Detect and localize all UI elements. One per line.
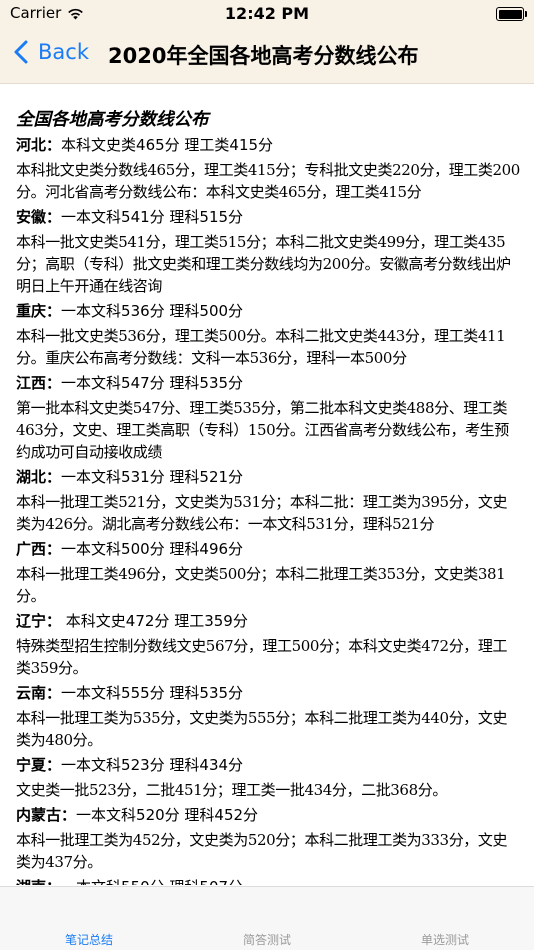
region-detail: 本科一批文史类536分，理工类500分。本科二批文史类443分，理工类411分。…	[16, 327, 506, 367]
region-colon: ：	[61, 806, 77, 824]
region-entry: 湖南：一本文科550分 理科507分本科第一批文史类550分，理工类507分。本…	[16, 876, 520, 885]
region-detail: 本科批文史类分数线465分，理工类415分；专科批文史类220分，理工类200分…	[16, 161, 520, 201]
region-summary: 一本文科550分 理科507分	[61, 878, 243, 885]
region-summary-line: 湖北：一本文科531分 理科521分	[16, 466, 520, 489]
tab-label: 单选测试	[420, 933, 469, 947]
region-summary: 一本文科531分 理科521分	[61, 468, 244, 486]
region-detail: 特殊类型招生控制分数线文史567分，理工500分；本科文史类472分，理工类35…	[16, 637, 508, 677]
navigation-bar: Back 2020年全国各地高考分数线公布	[0, 30, 534, 84]
region-colon: ：	[46, 878, 61, 885]
region-detail: 本科一批理工类496分，文史类500分；本科二批理工类353分，文史类381分。	[16, 565, 506, 605]
region-entry: 云南：一本文科555分 理科535分本科一批理工类为535分，文史类为555分；…	[16, 682, 520, 751]
region-detail: 文史类一批523分，二批451分；理工类一批434分，二批368分。	[16, 781, 447, 799]
tab-bar: 笔记总结 简答测试 单选测试	[0, 886, 534, 950]
region-colon: ：	[46, 374, 62, 392]
region-name: 重庆	[16, 302, 47, 320]
region-detail: 本科一批理工类521分，文史类为531分；本科二批：理工类为395分，文史类为4…	[16, 493, 508, 533]
tab-short-answer-test[interactable]: 简答测试	[178, 931, 356, 948]
region-summary: 一本文科536分 理科500分	[61, 302, 244, 320]
region-entry: 宁夏：一本文科523分 理科434分文史类一批523分，二批451分；理工类一批…	[16, 754, 520, 801]
region-entry: 河北：本科文史类465分 理工类415分本科批文史类分数线465分，理工类415…	[16, 134, 520, 203]
region-name: 河北	[16, 136, 47, 154]
region-name: 内蒙古	[16, 806, 62, 824]
region-name: 广西	[16, 540, 47, 558]
tab-single-choice-test[interactable]: 单选测试	[356, 931, 534, 948]
region-name: 湖北	[16, 468, 47, 486]
region-summary-line: 湖南：一本文科550分 理科507分	[16, 876, 520, 885]
region-name: 云南	[16, 684, 47, 702]
region-colon: ：	[46, 684, 62, 702]
region-summary-line: 河北：本科文史类465分 理工类415分	[16, 134, 520, 157]
article-content[interactable]: 全国各地高考分数线公布 河北：本科文史类465分 理工类415分 本科批文史类分数…	[0, 85, 534, 885]
region-summary: 一本文科541分 理科515分	[61, 208, 244, 226]
region-colon: ：	[46, 208, 62, 226]
tab-label: 笔记总结	[64, 933, 113, 947]
region-entry: 湖北：一本文科531分 理科521分本科一批理工类521分，文史类为531分；本…	[16, 466, 520, 535]
back-label: Back	[38, 40, 89, 64]
clock: 12:42 PM	[224, 4, 310, 23]
region-entry: 辽宁： 本科文史472分 理工359分特殊类型招生控制分数线文史567分，理工5…	[16, 610, 520, 679]
article-heading: 全国各地高考分数线公布	[16, 110, 209, 130]
status-bar: Carrier 12:42 PM	[0, 0, 534, 30]
back-button[interactable]: Back	[14, 40, 89, 64]
region-detail: 本科一批文史类541分，理工类515分；本科二批文史类499分，理工类435分；…	[16, 233, 511, 295]
region-entry: 重庆：一本文科536分 理科500分本科一批文史类536分，理工类500分。本科…	[16, 300, 520, 369]
region-summary: 一本文科523分 理科434分	[61, 756, 244, 774]
region-summary-line: 宁夏：一本文科523分 理科434分	[16, 754, 520, 777]
battery-icon	[496, 7, 527, 21]
region-colon: ：	[46, 136, 62, 154]
region-summary: 一本文科500分 理科496分	[61, 540, 244, 558]
region-colon: ：	[46, 612, 62, 630]
region-summary: 一本文科520分 理科452分	[76, 806, 259, 824]
region-summary: 一本文科555分 理科535分	[61, 684, 244, 702]
region-summary-line: 江西：一本文科547分 理科535分	[16, 372, 520, 395]
region-entry: 江西：一本文科547分 理科535分第一批本科文史类547分、理工类535分，第…	[16, 372, 520, 463]
region-entry: 安徽：一本文科541分 理科515分本科一批文史类541分，理工类515分；本科…	[16, 206, 520, 297]
chevron-left-icon	[14, 40, 28, 64]
region-name: 湖南	[16, 878, 46, 885]
region-summary-line: 安徽：一本文科541分 理科515分	[16, 206, 520, 229]
region-detail: 第一批本科文史类547分、理工类535分，第二批本科文史类488分、理工类463…	[16, 399, 509, 461]
region-colon: ：	[46, 756, 62, 774]
region-name: 辽宁	[16, 612, 47, 630]
region-summary: 本科文史472分 理工359分	[61, 612, 248, 630]
tab-notes-summary[interactable]: 笔记总结	[0, 931, 178, 948]
entries-list: 河北：本科文史类465分 理工类415分 本科批文史类分数线465分，理工类415…	[16, 134, 520, 885]
region-summary-line: 辽宁： 本科文史472分 理工359分	[16, 610, 520, 633]
region-name: 江西	[16, 374, 47, 392]
region-colon: ：	[46, 468, 62, 486]
region-name: 宁夏	[16, 756, 47, 774]
region-summary: 一本文科547分 理科535分	[61, 374, 244, 392]
region-name: 安徽	[16, 208, 47, 226]
region-summary-line: 重庆：一本文科536分 理科500分	[16, 300, 520, 323]
tab-label: 简答测试	[242, 933, 291, 947]
region-summary: 本科文史类465分 理工类415分	[61, 136, 274, 154]
region-colon: ：	[46, 540, 62, 558]
region-entry: 内蒙古：一本文科520分 理科452分本科一批理工类为452分，文史类为520分…	[16, 804, 520, 873]
region-summary-line: 云南：一本文科555分 理科535分	[16, 682, 520, 705]
page-title: 2020年全国各地高考分数线公布	[108, 44, 419, 68]
region-summary-line: 广西：一本文科500分 理科496分	[16, 538, 520, 561]
region-summary-line: 内蒙古：一本文科520分 理科452分	[16, 804, 520, 827]
region-detail: 本科一批理工类为452分，文史类为520分；本科二批理工类为333分，文史类为4…	[16, 831, 508, 871]
region-detail: 本科一批理工类为535分，文史类为555分；本科二批理工类为440分，文史类为4…	[16, 709, 508, 749]
region-entry: 广西：一本文科500分 理科496分本科一批理工类496分，文史类500分；本科…	[16, 538, 520, 607]
region-colon: ：	[46, 302, 62, 320]
